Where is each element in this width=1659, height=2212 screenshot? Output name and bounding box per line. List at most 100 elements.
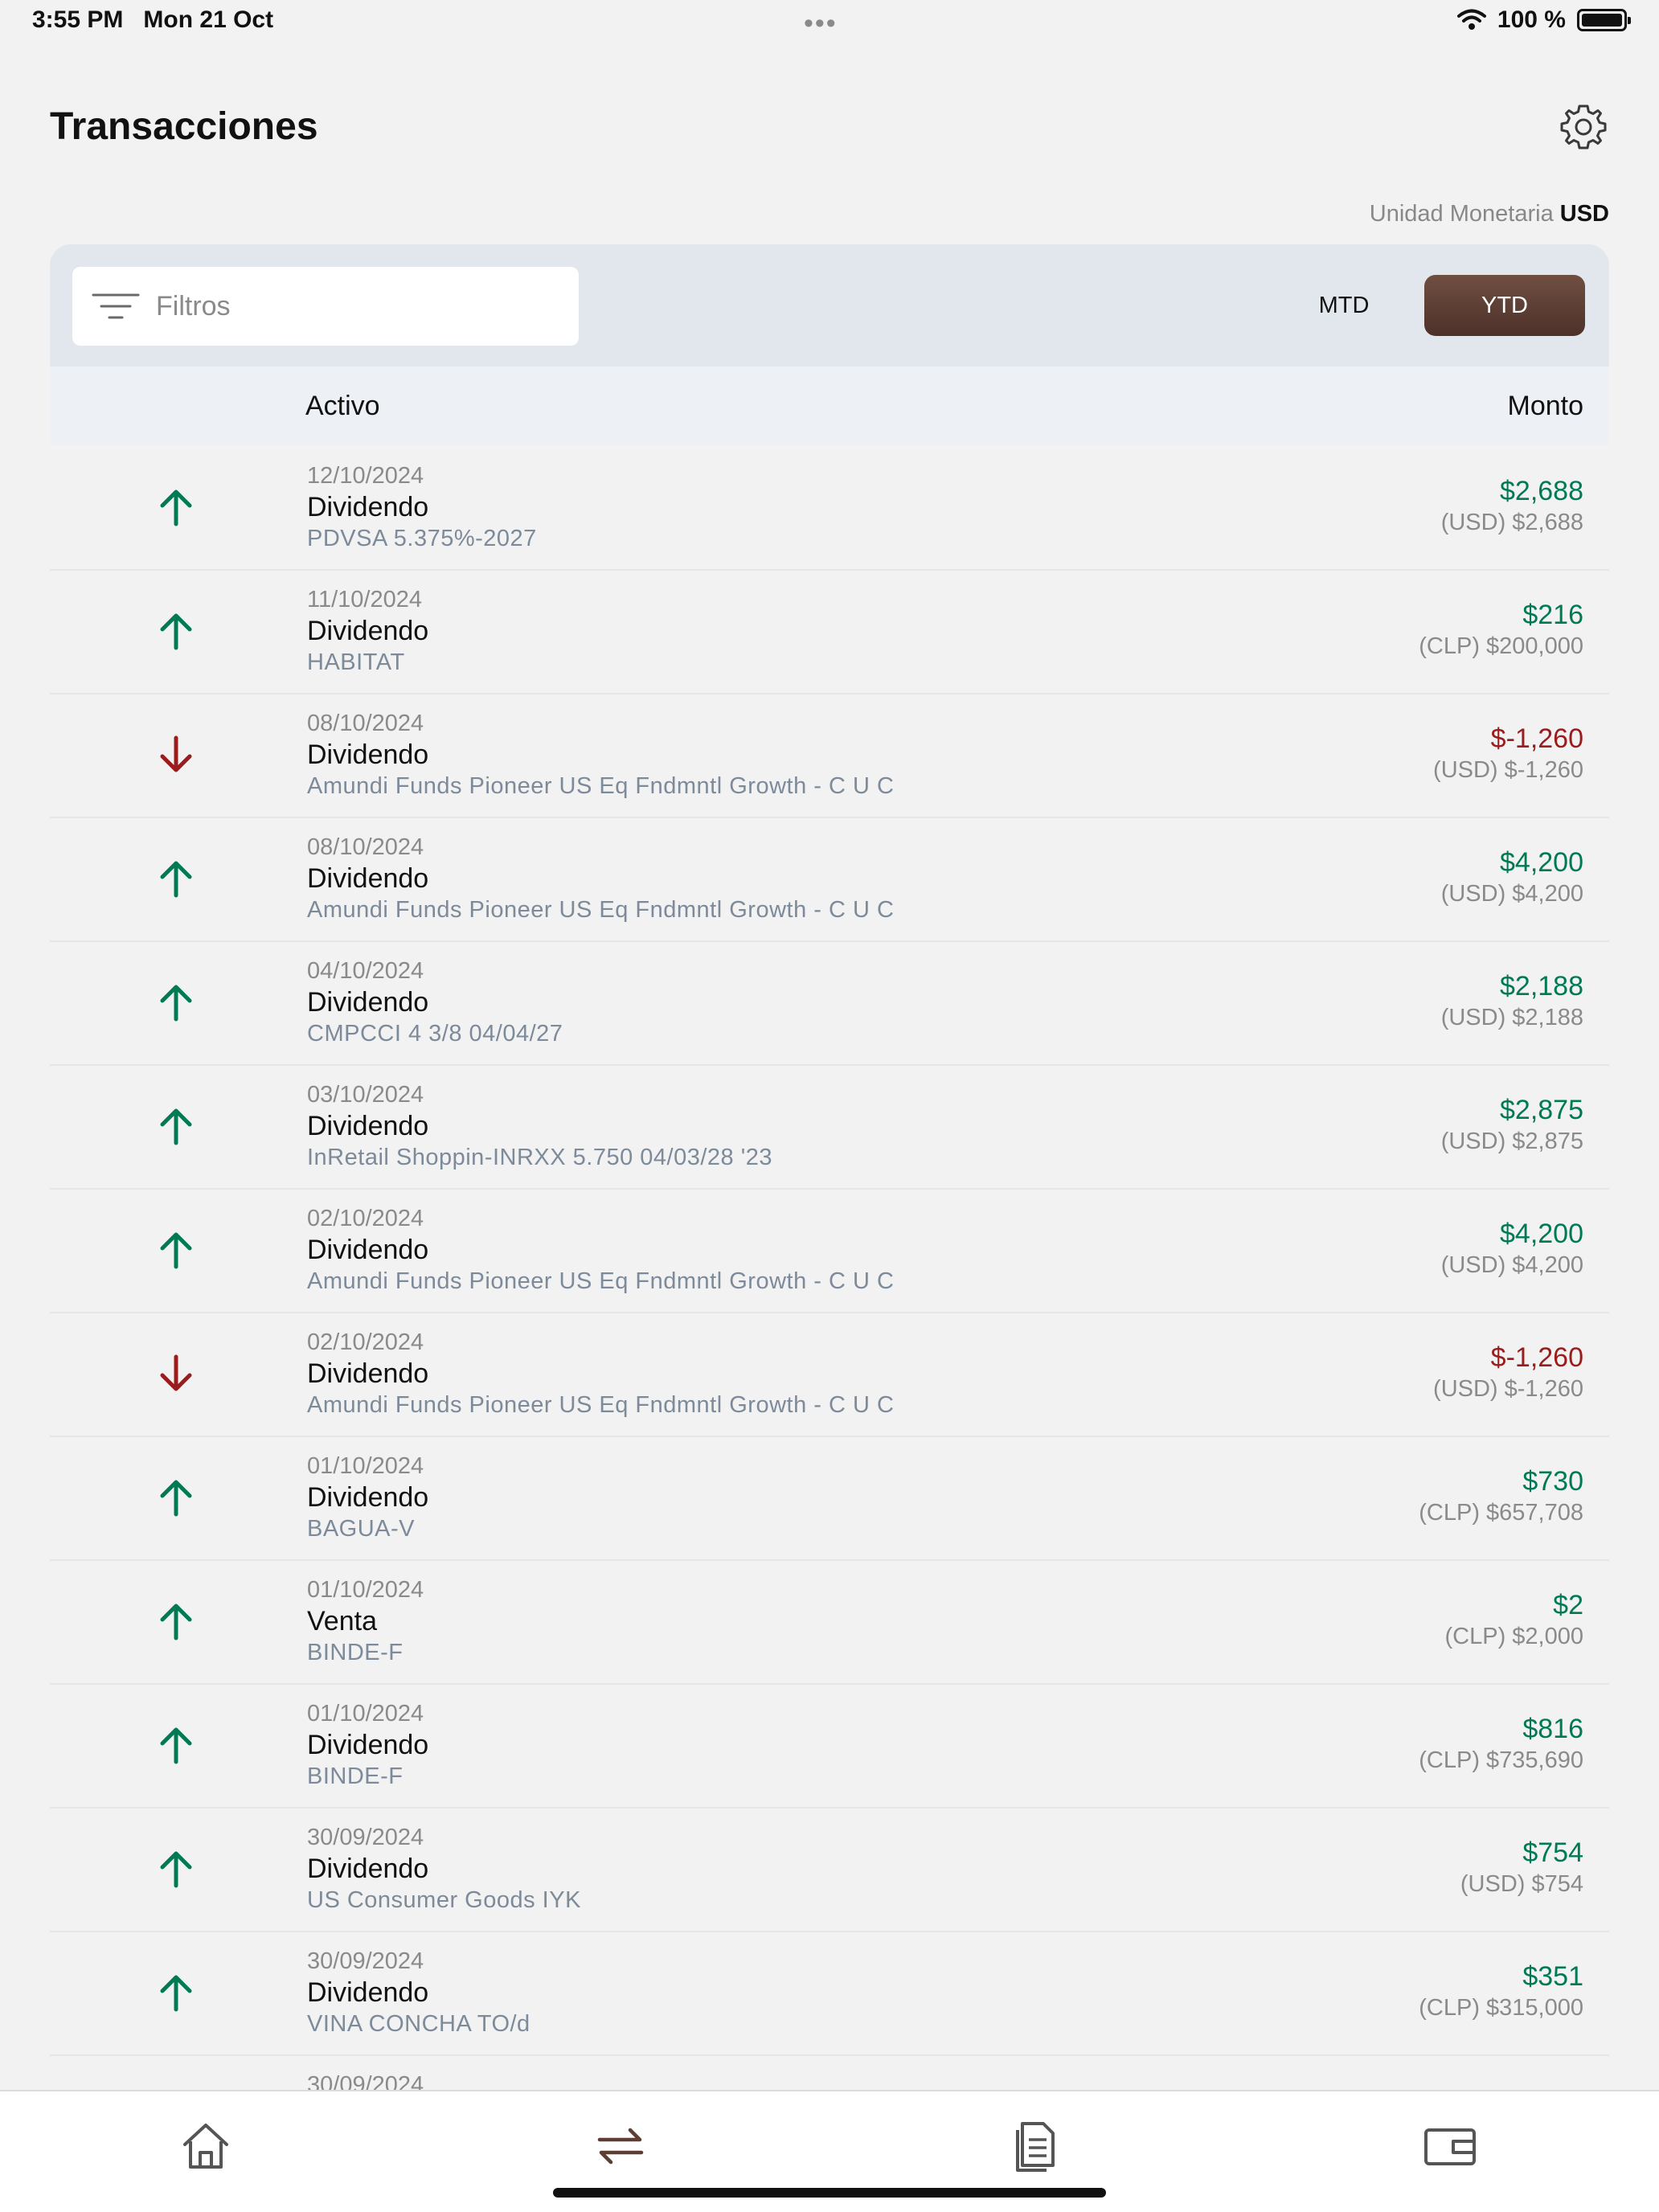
transaction-original-amount: (USD) $754 xyxy=(1460,1871,1583,1897)
transaction-type: Dividendo xyxy=(307,1358,429,1389)
period-ytd-button[interactable]: YTD xyxy=(1424,275,1585,336)
transaction-original-amount: (CLP) $200,000 xyxy=(1419,633,1583,659)
transaction-amount: $816 xyxy=(1522,1714,1583,1744)
arrow-up-icon xyxy=(154,1104,198,1148)
transaction-row[interactable]: 04/10/2024 Dividendo CMPCCI 4 3/8 04/04/27… xyxy=(50,942,1609,1066)
transaction-type: Dividendo xyxy=(307,616,429,646)
transaction-original-amount: (USD) $4,200 xyxy=(1440,1252,1583,1278)
transaction-asset: InRetail Shoppin-INRXX 5.750 04/03/28 '2… xyxy=(307,1145,773,1170)
currency-label: Unidad Monetaria xyxy=(1369,201,1554,227)
transaction-original-amount: (USD) $-1,260 xyxy=(1433,757,1583,783)
currency-value: USD xyxy=(1559,201,1609,227)
transaction-original-amount: (USD) $-1,260 xyxy=(1433,1376,1583,1402)
transaction-asset: BINDE-F xyxy=(307,1640,403,1665)
transaction-row[interactable]: 30/09/2024 Dividendo VINA CONCHA TO/d $351 (… xyxy=(50,1932,1609,2056)
transaction-asset: HABITAT xyxy=(307,649,405,675)
arrow-up-icon xyxy=(154,1600,198,1643)
home-icon xyxy=(183,2124,228,2169)
arrow-up-icon xyxy=(154,981,198,1024)
transaction-date: 08/10/2024 xyxy=(307,834,424,860)
arrow-up-icon xyxy=(154,609,198,653)
transaction-asset: CMPCCI 4 3/8 04/04/27 xyxy=(307,1021,563,1047)
transaction-row[interactable]: 01/10/2024 Dividendo BAGUA-V $730 (CLP) $657… xyxy=(50,1437,1609,1561)
tab-wallet[interactable] xyxy=(1421,2117,1479,2175)
transaction-amount: $2,188 xyxy=(1500,971,1583,1002)
transaction-type: Dividendo xyxy=(307,863,429,894)
transaction-date: 01/10/2024 xyxy=(307,1577,424,1603)
filter-bar: Filtros MTD YTD xyxy=(50,244,1609,367)
transaction-list[interactable]: 12/10/2024 Dividendo PDVSA 5.375%-2027 $2,6… xyxy=(50,447,1609,2090)
arrow-down-icon xyxy=(154,1352,198,1395)
transaction-amount: $730 xyxy=(1522,1466,1583,1497)
transaction-date: 11/10/2024 xyxy=(307,587,422,612)
transaction-date: 30/09/2024 xyxy=(307,1825,424,1850)
transaction-original-amount: (USD) $4,200 xyxy=(1440,881,1583,907)
transaction-amount: $4,200 xyxy=(1500,847,1583,878)
transaction-amount: $2,688 xyxy=(1500,476,1583,506)
transaction-original-amount: (USD) $2,875 xyxy=(1440,1129,1583,1154)
transaction-date: 02/10/2024 xyxy=(307,1206,424,1231)
arrow-up-icon xyxy=(154,1476,198,1519)
transaction-date: 03/10/2024 xyxy=(307,1082,424,1108)
transaction-type: Dividendo xyxy=(307,739,429,770)
transaction-type: Dividendo xyxy=(307,1854,429,1884)
transaction-amount: $216 xyxy=(1522,600,1583,630)
transaction-original-amount: (USD) $2,688 xyxy=(1440,510,1583,535)
period-mtd-button[interactable]: MTD xyxy=(1280,275,1408,336)
transaction-amount: $351 xyxy=(1522,1961,1583,1992)
filter-placeholder: Filtros xyxy=(156,290,231,322)
transaction-row[interactable]: 30/09/2024 xyxy=(50,2056,1609,2090)
filter-field[interactable]: Filtros xyxy=(72,267,579,346)
transaction-amount: $2 xyxy=(1553,1590,1583,1620)
arrow-down-icon xyxy=(154,733,198,776)
arrow-up-icon xyxy=(154,1723,198,1767)
wallet-icon xyxy=(1424,2128,1476,2165)
transaction-row[interactable]: 02/10/2024 Dividendo Amundi Funds Pioneer … xyxy=(50,1190,1609,1313)
transaction-original-amount: (USD) $2,188 xyxy=(1440,1005,1583,1030)
transaction-row[interactable]: 03/10/2024 Dividendo InRetail Shoppin-INRX… xyxy=(50,1066,1609,1190)
transaction-amount: $754 xyxy=(1522,1837,1583,1868)
transaction-row[interactable]: 12/10/2024 Dividendo PDVSA 5.375%-2027 $2,6… xyxy=(50,447,1609,571)
transactions-card: Filtros MTD YTD Activo Monto xyxy=(50,244,1609,445)
home-indicator[interactable] xyxy=(553,2188,1106,2198)
status-time: 3:55 PM Mon 21 Oct xyxy=(32,6,273,34)
tab-home[interactable] xyxy=(177,2117,235,2175)
transaction-type: Dividendo xyxy=(307,1235,429,1265)
transaction-date: 01/10/2024 xyxy=(307,1453,424,1479)
transaction-row[interactable]: 30/09/2024 Dividendo US Consumer Goods IYK… xyxy=(50,1809,1609,1932)
transaction-row[interactable]: 01/10/2024 Venta BINDE-F $2 (CLP) $2,000 xyxy=(50,1561,1609,1685)
settings-button[interactable] xyxy=(1558,101,1609,153)
transaction-asset: Amundi Funds Pioneer US Eq Fndmntl Growt… xyxy=(307,1392,895,1418)
wifi-icon xyxy=(1456,9,1486,30)
transaction-row[interactable]: 01/10/2024 Dividendo BINDE-F $816 (CLP) $735… xyxy=(50,1685,1609,1809)
transaction-row[interactable]: 08/10/2024 Dividendo Amundi Funds Pioneer … xyxy=(50,694,1609,818)
gear-icon xyxy=(1560,104,1607,150)
transaction-date: 30/09/2024 xyxy=(307,1948,424,1974)
transaction-asset: VINA CONCHA TO/d xyxy=(307,2011,530,2037)
transaction-date: 02/10/2024 xyxy=(307,1329,424,1355)
transfer-icon xyxy=(597,2128,644,2165)
transaction-type: Dividendo xyxy=(307,1482,429,1513)
multitasking-dots-icon[interactable]: ••• xyxy=(804,8,838,39)
transaction-row[interactable]: 11/10/2024 Dividendo HABITAT $216 (CLP) $200… xyxy=(50,571,1609,694)
status-clock: 3:55 PM xyxy=(32,6,124,33)
arrow-up-icon xyxy=(154,1847,198,1890)
transaction-amount: $4,200 xyxy=(1500,1219,1583,1249)
transaction-asset: Amundi Funds Pioneer US Eq Fndmntl Growt… xyxy=(307,773,895,799)
transaction-type: Venta xyxy=(307,1606,377,1636)
arrow-up-icon xyxy=(154,1228,198,1272)
page-title: Transacciones xyxy=(50,105,318,148)
transaction-asset: US Consumer Goods IYK xyxy=(307,1887,581,1913)
transaction-original-amount: (CLP) $315,000 xyxy=(1419,1995,1583,2021)
tab-transactions[interactable] xyxy=(592,2117,649,2175)
status-indicators: 100 % xyxy=(1456,6,1631,34)
transaction-type: Dividendo xyxy=(307,492,429,522)
transaction-date: 30/09/2024 xyxy=(307,2072,424,2090)
document-icon xyxy=(1016,2122,1055,2172)
transaction-type: Dividendo xyxy=(307,1977,429,2008)
transaction-date: 04/10/2024 xyxy=(307,958,424,984)
tab-documents[interactable] xyxy=(1006,2117,1064,2175)
status-date: Mon 21 Oct xyxy=(143,6,274,33)
transaction-row[interactable]: 02/10/2024 Dividendo Amundi Funds Pioneer … xyxy=(50,1313,1609,1437)
transaction-row[interactable]: 08/10/2024 Dividendo Amundi Funds Pioneer … xyxy=(50,818,1609,942)
